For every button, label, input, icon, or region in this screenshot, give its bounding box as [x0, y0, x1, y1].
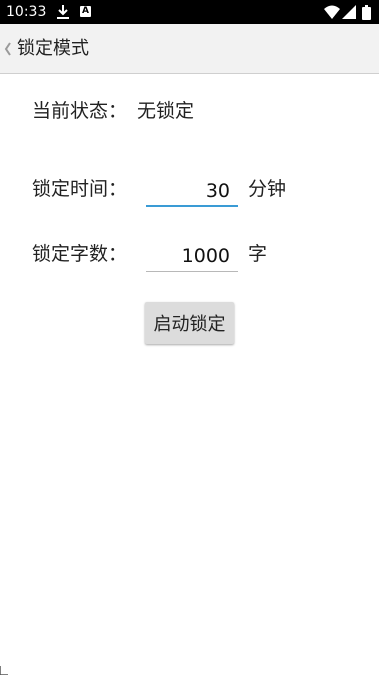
lock-time-unit: 分钟 — [248, 178, 287, 200]
lock-words-label: 锁定字数： — [32, 243, 128, 265]
battery-icon — [362, 5, 371, 20]
start-lock-button[interactable]: 启动锁定 — [145, 302, 234, 344]
download-icon — [57, 5, 69, 19]
action-bar: 锁定模式 — [0, 24, 379, 74]
lock-status-value: 无锁定 — [137, 100, 195, 122]
page-title: 锁定模式 — [17, 38, 89, 59]
status-time: 10:33 — [6, 4, 47, 20]
lock-time-input[interactable] — [146, 176, 238, 207]
status-bar: 10:33 A — [0, 0, 379, 24]
accessibility-badge-icon: A — [80, 6, 91, 17]
lock-time-label: 锁定时间： — [32, 178, 128, 200]
back-chevron-icon[interactable] — [3, 41, 13, 57]
lock-words-unit: 字 — [248, 243, 268, 265]
corner-mark-icon — [0, 666, 8, 675]
lock-words-input[interactable] — [146, 241, 238, 272]
wifi-icon — [324, 5, 340, 19]
signal-icon — [342, 5, 356, 19]
lock-status-label: 当前状态： — [32, 100, 128, 122]
